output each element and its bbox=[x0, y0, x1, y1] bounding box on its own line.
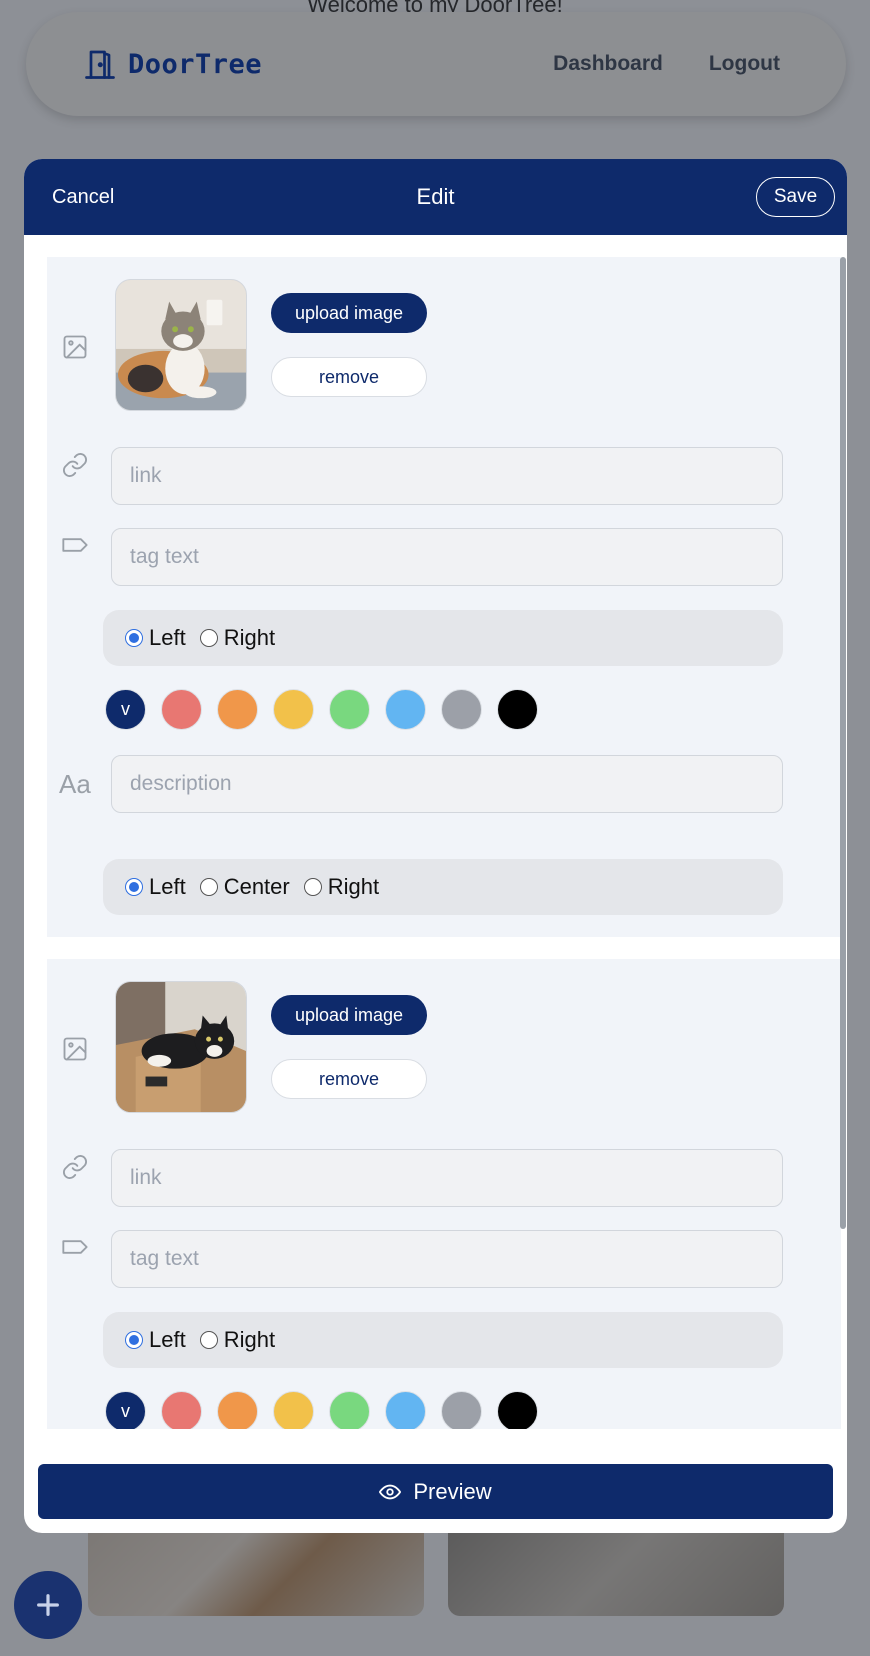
radio-label: Right bbox=[223, 1327, 276, 1352]
description-input[interactable] bbox=[111, 755, 783, 813]
radio-button[interactable] bbox=[199, 629, 218, 647]
radio-button[interactable] bbox=[125, 629, 143, 647]
color-swatch-gray[interactable] bbox=[441, 689, 482, 730]
radio-button[interactable] bbox=[125, 878, 143, 896]
modal-header: Cancel Edit Save bbox=[24, 159, 847, 235]
link-icon bbox=[62, 452, 88, 478]
color-swatch-yellow[interactable] bbox=[273, 1391, 314, 1429]
text-font-icon: Aa bbox=[59, 769, 91, 799]
radio-button[interactable] bbox=[199, 878, 218, 896]
tag-text-input[interactable] bbox=[111, 1230, 783, 1288]
cancel-button[interactable]: Cancel bbox=[52, 186, 114, 209]
upload-image-button[interactable]: upload image bbox=[271, 293, 427, 333]
cat-in-box-photo bbox=[116, 982, 246, 1112]
selected-color-mark: v bbox=[121, 699, 130, 719]
radio-button[interactable] bbox=[199, 1331, 218, 1349]
preview-button[interactable]: Preview bbox=[38, 1464, 833, 1519]
color-swatch-red[interactable] bbox=[161, 1391, 202, 1429]
link-card: upload image remove Left Right bbox=[47, 257, 841, 937]
link-icon bbox=[62, 1154, 88, 1180]
tag-position-right[interactable]: Right bbox=[199, 625, 276, 651]
card-thumbnail bbox=[115, 279, 247, 411]
door-icon bbox=[85, 50, 115, 79]
radio-label: Center bbox=[223, 874, 290, 899]
save-button[interactable]: Save bbox=[756, 177, 835, 217]
radio-label: Right bbox=[223, 625, 276, 650]
radio-button[interactable] bbox=[303, 878, 322, 896]
link-input[interactable] bbox=[111, 1149, 783, 1207]
color-swatch-blue[interactable] bbox=[385, 689, 426, 730]
remove-image-button[interactable]: remove bbox=[271, 1059, 427, 1099]
cat-photo bbox=[116, 280, 246, 410]
radio-label: Left bbox=[149, 1327, 186, 1352]
tag-text-input[interactable] bbox=[111, 528, 783, 586]
nav-links: Dashboard Logout bbox=[553, 52, 780, 76]
color-swatch-black[interactable] bbox=[497, 1391, 538, 1429]
remove-image-button[interactable]: remove bbox=[271, 357, 427, 397]
radio-label: Left bbox=[149, 625, 186, 650]
eye-icon bbox=[379, 1484, 402, 1499]
radio-label: Left bbox=[149, 874, 186, 899]
tag-position-left[interactable]: Left bbox=[125, 1327, 186, 1353]
card-thumbnail bbox=[115, 981, 247, 1113]
preview-label: Preview bbox=[413, 1478, 492, 1504]
selected-color-mark: v bbox=[121, 1401, 130, 1421]
upload-image-button[interactable]: upload image bbox=[271, 995, 427, 1035]
color-swatch-navy-selected[interactable]: v bbox=[105, 1391, 146, 1429]
link-card: upload image remove Left Right bbox=[47, 959, 841, 1429]
color-swatch-navy-selected[interactable]: v bbox=[105, 689, 146, 730]
color-swatches: v bbox=[105, 689, 538, 730]
edit-modal: Cancel Edit Save upload image remove lin… bbox=[24, 159, 847, 1533]
color-swatch-green[interactable] bbox=[329, 689, 370, 730]
cards-scroll-area[interactable]: upload image remove Left Right bbox=[47, 257, 847, 1429]
description-align-center[interactable]: Center bbox=[199, 874, 290, 900]
color-swatch-black[interactable] bbox=[497, 689, 538, 730]
tag-position-radio-group: Left Right bbox=[103, 1312, 783, 1368]
color-swatch-green[interactable] bbox=[329, 1391, 370, 1429]
image-icon bbox=[63, 335, 87, 359]
description-align-radio-group: Left Center Right bbox=[103, 859, 783, 915]
description-align-right[interactable]: Right bbox=[303, 874, 380, 900]
modal-title: Edit bbox=[416, 184, 455, 209]
scrollbar-thumb[interactable] bbox=[840, 257, 846, 1229]
color-swatch-red[interactable] bbox=[161, 689, 202, 730]
brand-name: DoorTree bbox=[128, 48, 263, 80]
image-icon bbox=[63, 1037, 87, 1061]
tag-position-left[interactable]: Left bbox=[125, 625, 186, 651]
tag-icon bbox=[62, 1240, 88, 1254]
tag-position-radio-group: Left Right bbox=[103, 610, 783, 666]
color-swatches: v bbox=[105, 1391, 538, 1429]
tag-icon bbox=[62, 538, 88, 552]
radio-label: Right bbox=[327, 874, 380, 899]
link-input[interactable] bbox=[111, 447, 783, 505]
color-swatch-gray[interactable] bbox=[441, 1391, 482, 1429]
description-align-left[interactable]: Left bbox=[125, 874, 186, 900]
nav-link-logout[interactable]: Logout bbox=[709, 52, 780, 76]
nav-link-dashboard[interactable]: Dashboard bbox=[553, 52, 663, 76]
color-swatch-orange[interactable] bbox=[217, 1391, 258, 1429]
add-link-button[interactable] bbox=[14, 1571, 82, 1639]
radio-button[interactable] bbox=[125, 1331, 143, 1349]
color-swatch-blue[interactable] bbox=[385, 1391, 426, 1429]
tag-position-right[interactable]: Right bbox=[199, 1327, 276, 1353]
color-swatch-orange[interactable] bbox=[217, 689, 258, 730]
navbar: DoorTree Dashboard Logout bbox=[26, 12, 846, 116]
color-swatch-yellow[interactable] bbox=[273, 689, 314, 730]
plus-icon bbox=[37, 1594, 59, 1616]
brand[interactable]: DoorTree bbox=[82, 46, 262, 82]
